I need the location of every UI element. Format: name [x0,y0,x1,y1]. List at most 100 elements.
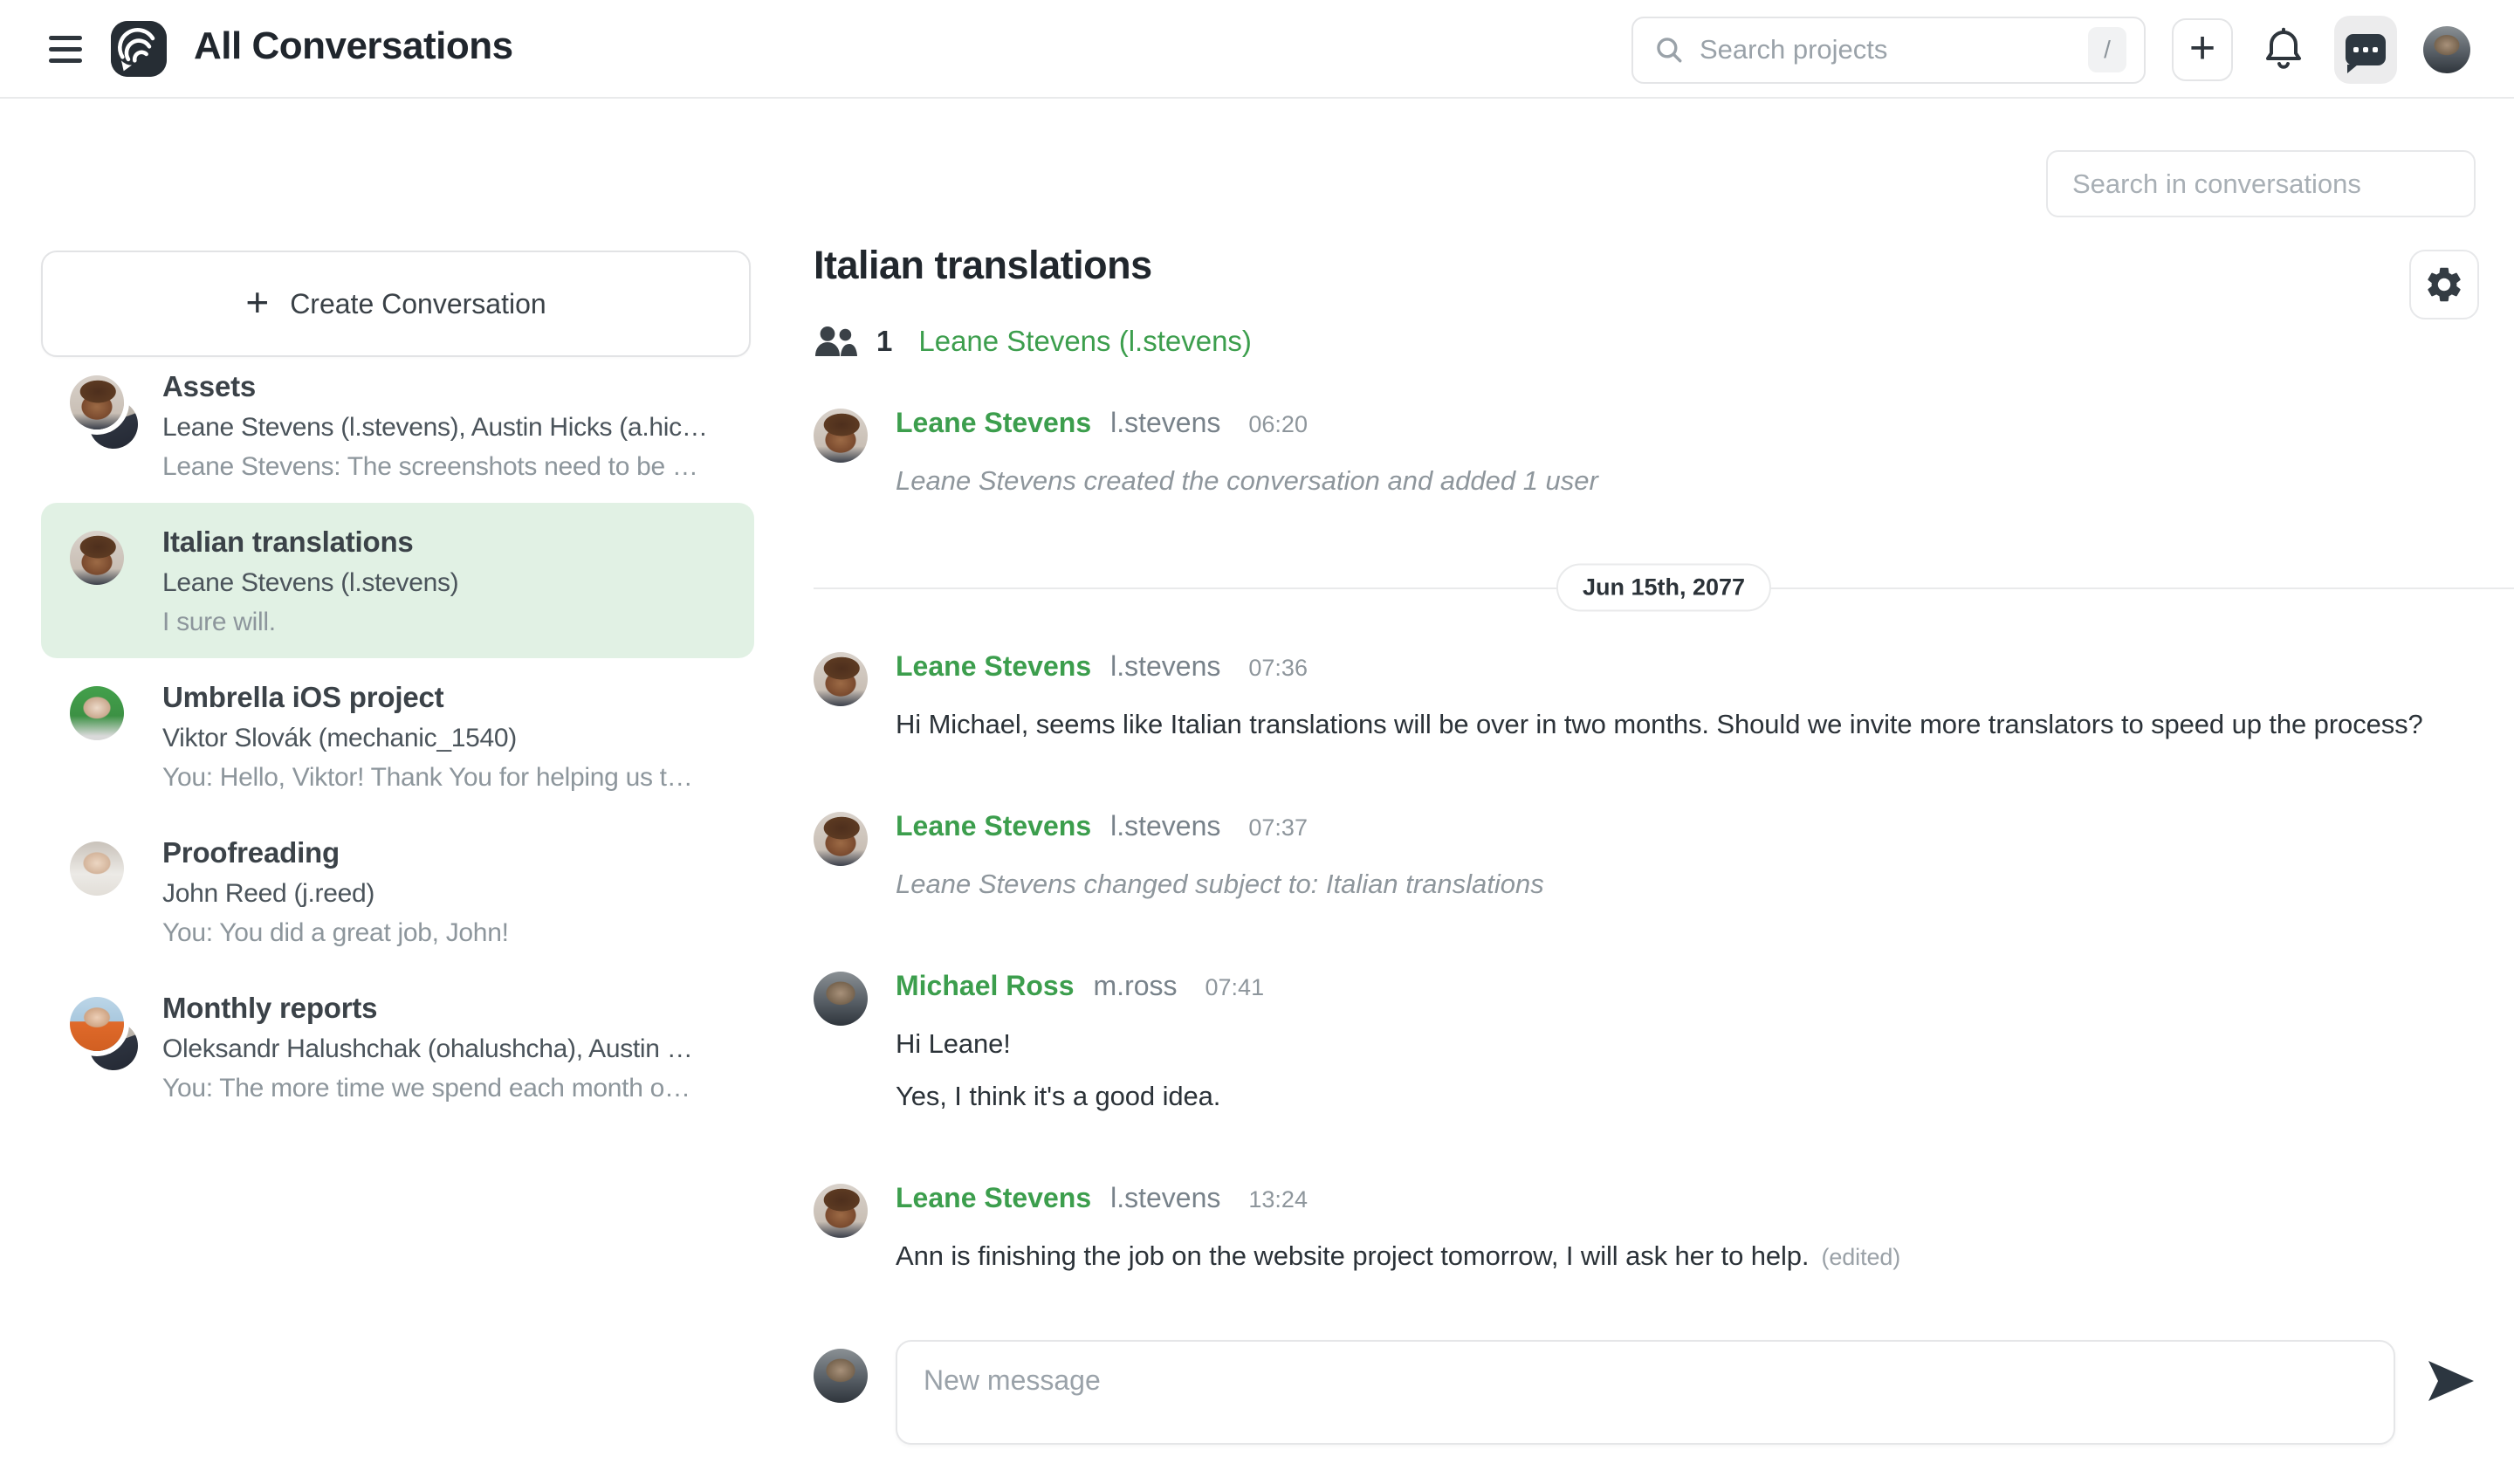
conversation-item-assets[interactable]: Assets Leane Stevens (l.stevens), Austin… [41,347,754,503]
send-button[interactable] [2423,1359,2479,1405]
app-logo [111,21,167,77]
avatar [70,375,124,429]
message-time: 07:41 [1205,974,1265,1001]
message-username: l.stevens [1110,810,1220,842]
chat-title: Italian translations [814,243,2479,288]
participants-row: 1 Leane Stevens (l.stevens) [814,323,2479,360]
message-author[interactable]: Leane Stevens [896,810,1091,842]
message-time: 07:36 [1248,655,1308,682]
avatar [70,686,124,740]
conversation-avatars [70,679,138,770]
message-author-avatar[interactable] [814,812,868,866]
message: Leane Stevens l.stevens 06:20 Leane Stev… [814,405,2479,497]
participant-link[interactable]: Leane Stevens (l.stevens) [918,325,1252,358]
create-conversation-button[interactable]: + Create Conversation [41,251,751,357]
message-author-avatar[interactable] [814,652,868,706]
message-author-avatar[interactable] [814,409,868,463]
conversation-avatars [70,368,138,459]
message-username: l.stevens [1110,1182,1220,1214]
message-text: Hi Leane! [896,1028,2479,1060]
conversation-preview: You: You did a great job, John! [162,918,737,948]
conversation-preview: You: Hello, Viktor! Thank You for helpin… [162,763,737,793]
conversation-participants: Leane Stevens (l.stevens), Austin Hicks … [162,413,737,443]
conversation-title: Proofreading [162,836,737,869]
message-text: Hi Michael, seems like Italian translati… [896,709,2479,740]
conversation-item-monthly-reports[interactable]: Monthly reports Oleksandr Halushchak (oh… [41,969,754,1124]
conversation-preview: I sure will. [162,608,737,637]
message-username: l.stevens [1110,407,1220,439]
conversation-title: Monthly reports [162,992,737,1025]
current-user-avatar [814,1349,868,1403]
new-message-input[interactable] [924,1364,2367,1420]
conversation-item-umbrella-ios-project[interactable]: Umbrella iOS project Viktor Slovák (mech… [41,658,754,814]
search-projects-input[interactable] [1700,34,2088,65]
conversation-participants: John Reed (j.reed) [162,879,737,909]
message-text: Ann is finishing the job on the website … [896,1240,2479,1272]
conversation-title: Assets [162,370,737,403]
message-time: 06:20 [1248,411,1308,438]
message-author-avatar[interactable] [814,1184,868,1238]
conversation-participants: Leane Stevens (l.stevens) [162,568,737,598]
composer-box [896,1340,2395,1445]
conversation-item-proofreading[interactable]: Proofreading John Reed (j.reed) You: You… [41,814,754,969]
message: Leane Stevens l.stevens 13:24 Ann is fin… [814,1180,2479,1272]
message: Leane Stevens l.stevens 07:36 Hi Michael… [814,649,2479,740]
chat-wave-logo-icon [111,21,167,77]
message-username: l.stevens [1110,650,1220,683]
conversation-preview: Leane Stevens: The screenshots need to b… [162,452,737,482]
avatar [70,531,124,585]
system-message-text: Leane Stevens created the conversation a… [896,465,2479,497]
conversation-participants: Oleksandr Halushchak (ohalushcha), Austi… [162,1034,737,1064]
conversation-list: Assets Leane Stevens (l.stevens), Austin… [41,347,754,1124]
message-time: 13:24 [1248,1186,1308,1213]
conversation-title: Umbrella iOS project [162,681,737,714]
bell-icon [2263,27,2304,72]
conversation-item-italian-translations[interactable]: Italian translations Leane Stevens (l.st… [41,503,754,658]
message-author[interactable]: Leane Stevens [896,650,1091,683]
message-author[interactable]: Leane Stevens [896,1182,1091,1214]
date-pill: Jun 15th, 2077 [1556,564,1771,612]
conversation-avatars [70,990,138,1081]
message-author-avatar[interactable] [814,972,868,1026]
conversation-participants: Viktor Slovák (mechanic_1540) [162,724,737,753]
message-list: Leane Stevens l.stevens 06:20 Leane Stev… [814,405,2479,1272]
participant-count: 1 [876,325,892,358]
plus-icon: + [2189,25,2215,71]
message-author[interactable]: Michael Ross [896,970,1075,1002]
date-divider: Jun 15th, 2077 [814,565,2514,610]
message-text: Yes, I think it's a good idea. [896,1081,2479,1112]
page-title: All Conversations [194,24,513,68]
message-username: m.ross [1094,970,1178,1002]
send-icon [2427,1359,2476,1403]
message-composer [814,1340,2479,1445]
avatar [70,997,124,1051]
app-root: All Conversations / + [0,0,2514,1484]
message-time: 07:37 [1248,814,1308,842]
conversation-avatars [70,835,138,925]
conversations-button-active[interactable] [2334,16,2397,84]
conversation-avatars [70,524,138,615]
message: Leane Stevens l.stevens 07:37 Leane Stev… [814,808,2479,900]
chat-pane: Italian translations 1 Leane Stevens (l.… [814,243,2479,1445]
avatar [70,842,124,896]
chat-bubble-icon [2346,34,2386,65]
current-user-avatar[interactable] [2423,26,2470,73]
search-in-conversations-input[interactable] [2072,168,2449,200]
system-message-text: Leane Stevens changed subject to: Italia… [896,869,2479,900]
topbar: All Conversations / + [0,0,2514,99]
hamburger-menu-button[interactable] [49,30,82,68]
notifications-button[interactable] [2259,24,2308,76]
people-icon [814,323,857,360]
search-icon [1654,35,1684,65]
topbar-actions: / + [1631,15,2470,85]
project-search: / [1631,17,2146,84]
search-in-conversations [2046,150,2476,217]
message: Michael Ross m.ross 07:41 Hi Leane! Yes,… [814,968,2479,1112]
conversation-preview: You: The more time we spend each month o… [162,1074,737,1103]
edited-label: (edited) [1821,1244,1900,1270]
message-author[interactable]: Leane Stevens [896,407,1091,439]
add-button[interactable]: + [2172,18,2233,81]
conversation-title: Italian translations [162,526,737,559]
slash-shortcut-badge: / [2088,27,2126,72]
plus-icon: + [245,282,269,322]
